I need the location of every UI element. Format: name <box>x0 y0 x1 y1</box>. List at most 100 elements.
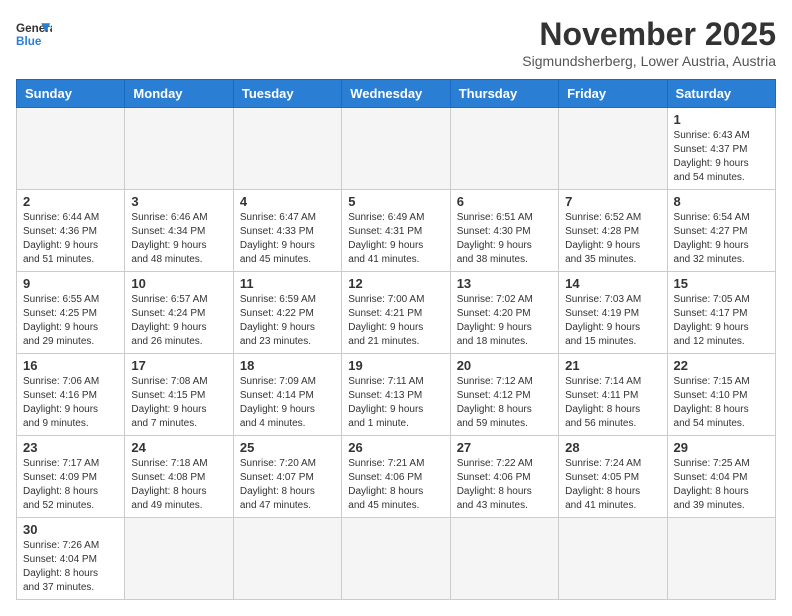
day-sun-info: Sunrise: 6:43 AM Sunset: 4:37 PM Dayligh… <box>674 129 769 185</box>
calendar-day-cell <box>17 108 125 190</box>
day-sun-info: Sunrise: 7:08 AM Sunset: 4:15 PM Dayligh… <box>131 375 226 431</box>
weekday-header-friday: Friday <box>559 80 667 108</box>
calendar-day-cell <box>125 108 233 190</box>
weekday-header-row: SundayMondayTuesdayWednesdayThursdayFrid… <box>17 80 776 108</box>
calendar-week-5: 23 Sunrise: 7:17 AM Sunset: 4:09 PM Dayli… <box>17 436 776 518</box>
day-sun-info: Sunrise: 7:12 AM Sunset: 4:12 PM Dayligh… <box>457 375 552 431</box>
day-sun-info: Sunrise: 6:55 AM Sunset: 4:25 PM Dayligh… <box>23 293 118 349</box>
day-number: 26 <box>348 440 443 455</box>
calendar-day-cell <box>342 108 450 190</box>
day-sun-info: Sunrise: 7:17 AM Sunset: 4:09 PM Dayligh… <box>23 457 118 513</box>
calendar-day-cell: 23 Sunrise: 7:17 AM Sunset: 4:09 PM Dayli… <box>17 436 125 518</box>
calendar-day-cell: 12 Sunrise: 7:00 AM Sunset: 4:21 PM Dayli… <box>342 272 450 354</box>
day-sun-info: Sunrise: 6:51 AM Sunset: 4:30 PM Dayligh… <box>457 211 552 267</box>
day-sun-info: Sunrise: 6:52 AM Sunset: 4:28 PM Dayligh… <box>565 211 660 267</box>
weekday-header-saturday: Saturday <box>667 80 775 108</box>
day-sun-info: Sunrise: 7:06 AM Sunset: 4:16 PM Dayligh… <box>23 375 118 431</box>
day-number: 23 <box>23 440 118 455</box>
logo: General Blue <box>16 16 52 52</box>
day-number: 14 <box>565 276 660 291</box>
day-sun-info: Sunrise: 6:49 AM Sunset: 4:31 PM Dayligh… <box>348 211 443 267</box>
page-header: General Blue November 2025 Sigmundsherbe… <box>16 16 776 69</box>
day-number: 17 <box>131 358 226 373</box>
calendar-day-cell <box>667 518 775 600</box>
calendar-week-6: 30 Sunrise: 7:26 AM Sunset: 4:04 PM Dayli… <box>17 518 776 600</box>
day-number: 3 <box>131 194 226 209</box>
day-sun-info: Sunrise: 7:24 AM Sunset: 4:05 PM Dayligh… <box>565 457 660 513</box>
day-number: 28 <box>565 440 660 455</box>
day-sun-info: Sunrise: 7:05 AM Sunset: 4:17 PM Dayligh… <box>674 293 769 349</box>
day-number: 24 <box>131 440 226 455</box>
day-sun-info: Sunrise: 7:25 AM Sunset: 4:04 PM Dayligh… <box>674 457 769 513</box>
day-number: 18 <box>240 358 335 373</box>
calendar-day-cell: 3 Sunrise: 6:46 AM Sunset: 4:34 PM Daylig… <box>125 190 233 272</box>
day-sun-info: Sunrise: 7:14 AM Sunset: 4:11 PM Dayligh… <box>565 375 660 431</box>
calendar-day-cell: 5 Sunrise: 6:49 AM Sunset: 4:31 PM Daylig… <box>342 190 450 272</box>
calendar-day-cell: 29 Sunrise: 7:25 AM Sunset: 4:04 PM Dayli… <box>667 436 775 518</box>
day-sun-info: Sunrise: 7:11 AM Sunset: 4:13 PM Dayligh… <box>348 375 443 431</box>
calendar-day-cell: 6Sunrise: 6:51 AM Sunset: 4:30 PM Daylig… <box>450 190 558 272</box>
day-sun-info: Sunrise: 7:09 AM Sunset: 4:14 PM Dayligh… <box>240 375 335 431</box>
day-number: 30 <box>23 522 118 537</box>
calendar-day-cell: 22 Sunrise: 7:15 AM Sunset: 4:10 PM Dayli… <box>667 354 775 436</box>
day-number: 10 <box>131 276 226 291</box>
day-number: 4 <box>240 194 335 209</box>
day-number: 25 <box>240 440 335 455</box>
calendar-day-cell: 16Sunrise: 7:06 AM Sunset: 4:16 PM Dayli… <box>17 354 125 436</box>
day-number: 22 <box>674 358 769 373</box>
calendar-day-cell: 17 Sunrise: 7:08 AM Sunset: 4:15 PM Dayli… <box>125 354 233 436</box>
day-number: 15 <box>674 276 769 291</box>
calendar-day-cell <box>342 518 450 600</box>
day-sun-info: Sunrise: 6:46 AM Sunset: 4:34 PM Dayligh… <box>131 211 226 267</box>
calendar-day-cell: 4 Sunrise: 6:47 AM Sunset: 4:33 PM Daylig… <box>233 190 341 272</box>
calendar-day-cell: 28 Sunrise: 7:24 AM Sunset: 4:05 PM Dayli… <box>559 436 667 518</box>
location-subtitle: Sigmundsherberg, Lower Austria, Austria <box>522 53 776 69</box>
day-sun-info: Sunrise: 7:26 AM Sunset: 4:04 PM Dayligh… <box>23 539 118 595</box>
day-sun-info: Sunrise: 7:02 AM Sunset: 4:20 PM Dayligh… <box>457 293 552 349</box>
day-sun-info: Sunrise: 7:00 AM Sunset: 4:21 PM Dayligh… <box>348 293 443 349</box>
calendar-day-cell: 21Sunrise: 7:14 AM Sunset: 4:11 PM Dayli… <box>559 354 667 436</box>
day-sun-info: Sunrise: 6:59 AM Sunset: 4:22 PM Dayligh… <box>240 293 335 349</box>
calendar-day-cell: 15 Sunrise: 7:05 AM Sunset: 4:17 PM Dayli… <box>667 272 775 354</box>
day-sun-info: Sunrise: 6:47 AM Sunset: 4:33 PM Dayligh… <box>240 211 335 267</box>
calendar-day-cell: 1 Sunrise: 6:43 AM Sunset: 4:37 PM Daylig… <box>667 108 775 190</box>
day-number: 20 <box>457 358 552 373</box>
day-number: 1 <box>674 112 769 127</box>
weekday-header-wednesday: Wednesday <box>342 80 450 108</box>
calendar-day-cell: 25 Sunrise: 7:20 AM Sunset: 4:07 PM Dayli… <box>233 436 341 518</box>
day-number: 2 <box>23 194 118 209</box>
title-area: November 2025 Sigmundsherberg, Lower Aus… <box>522 16 776 69</box>
weekday-header-thursday: Thursday <box>450 80 558 108</box>
weekday-header-tuesday: Tuesday <box>233 80 341 108</box>
calendar-day-cell: 11Sunrise: 6:59 AM Sunset: 4:22 PM Dayli… <box>233 272 341 354</box>
calendar-day-cell: 18 Sunrise: 7:09 AM Sunset: 4:14 PM Dayli… <box>233 354 341 436</box>
calendar-day-cell: 20 Sunrise: 7:12 AM Sunset: 4:12 PM Dayli… <box>450 354 558 436</box>
day-sun-info: Sunrise: 7:03 AM Sunset: 4:19 PM Dayligh… <box>565 293 660 349</box>
month-year-title: November 2025 <box>522 16 776 53</box>
day-sun-info: Sunrise: 7:15 AM Sunset: 4:10 PM Dayligh… <box>674 375 769 431</box>
calendar-day-cell: 14 Sunrise: 7:03 AM Sunset: 4:19 PM Dayli… <box>559 272 667 354</box>
day-number: 29 <box>674 440 769 455</box>
day-number: 27 <box>457 440 552 455</box>
calendar-day-cell: 8Sunrise: 6:54 AM Sunset: 4:27 PM Daylig… <box>667 190 775 272</box>
calendar-day-cell: 26Sunrise: 7:21 AM Sunset: 4:06 PM Dayli… <box>342 436 450 518</box>
day-number: 12 <box>348 276 443 291</box>
logo-icon: General Blue <box>16 16 52 52</box>
calendar-day-cell <box>125 518 233 600</box>
day-sun-info: Sunrise: 7:18 AM Sunset: 4:08 PM Dayligh… <box>131 457 226 513</box>
day-number: 7 <box>565 194 660 209</box>
calendar-day-cell: 9Sunrise: 6:55 AM Sunset: 4:25 PM Daylig… <box>17 272 125 354</box>
calendar-day-cell <box>233 108 341 190</box>
day-sun-info: Sunrise: 7:20 AM Sunset: 4:07 PM Dayligh… <box>240 457 335 513</box>
calendar-day-cell <box>559 518 667 600</box>
calendar-week-2: 2Sunrise: 6:44 AM Sunset: 4:36 PM Daylig… <box>17 190 776 272</box>
calendar-table: SundayMondayTuesdayWednesdayThursdayFrid… <box>16 79 776 600</box>
calendar-day-cell <box>450 108 558 190</box>
day-sun-info: Sunrise: 6:54 AM Sunset: 4:27 PM Dayligh… <box>674 211 769 267</box>
day-sun-info: Sunrise: 6:57 AM Sunset: 4:24 PM Dayligh… <box>131 293 226 349</box>
calendar-day-cell: 24 Sunrise: 7:18 AM Sunset: 4:08 PM Dayli… <box>125 436 233 518</box>
calendar-day-cell: 10 Sunrise: 6:57 AM Sunset: 4:24 PM Dayli… <box>125 272 233 354</box>
day-number: 5 <box>348 194 443 209</box>
weekday-header-monday: Monday <box>125 80 233 108</box>
calendar-day-cell: 7 Sunrise: 6:52 AM Sunset: 4:28 PM Daylig… <box>559 190 667 272</box>
